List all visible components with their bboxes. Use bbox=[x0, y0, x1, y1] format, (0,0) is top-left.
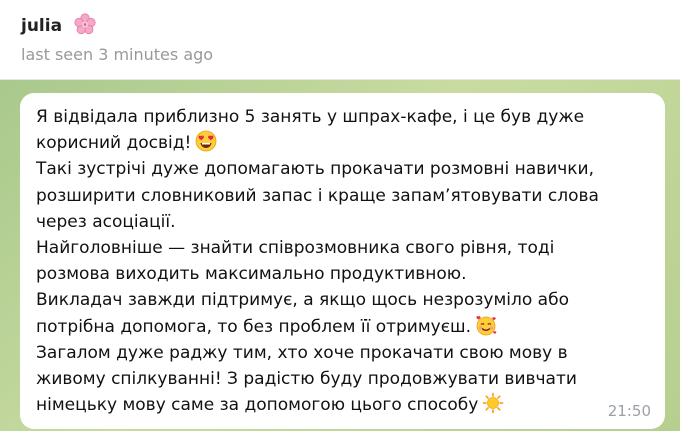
message-line-text: потрібна допомога, то без проблем її отр… bbox=[36, 316, 472, 337]
heart-eyes-emoji-icon bbox=[195, 130, 217, 152]
smiling-face-with-hearts-emoji-icon bbox=[476, 315, 497, 336]
last-seen-status: last seen 3 minutes ago bbox=[21, 45, 214, 64]
contact-name[interactable]: julia bbox=[21, 13, 96, 36]
chat-header[interactable]: julia last seen 3 minutes ago bbox=[0, 0, 680, 80]
message-line-with-emoji: німецьку мову саме за допомогою цього сп… bbox=[36, 392, 651, 418]
message-line-text: німецьку мову саме за допомогою цього сп… bbox=[36, 395, 479, 416]
message-line: розмова виходить максимально продуктивно… bbox=[36, 264, 467, 285]
message-line: Найголовніше — знайти співрозмовника сво… bbox=[36, 238, 555, 259]
message-time: 21:50 bbox=[607, 402, 651, 420]
message-line: Я відвідала приблизно 5 занять у шпрах-к… bbox=[36, 107, 585, 127]
message-line: розширити словниковий запас і краще запа… bbox=[36, 185, 599, 206]
message-line-with-emoji: корисний досвід! bbox=[36, 130, 651, 156]
message-bubble[interactable]: Я відвідала приблизно 5 занять у шпрах-к… bbox=[20, 93, 665, 429]
sun-emoji-icon bbox=[482, 392, 504, 414]
message-line-with-emoji: потрібна допомога, то без проблем її отр… bbox=[36, 314, 651, 340]
message-line-text: корисний досвід! bbox=[36, 133, 192, 154]
message-line: Викладач завжди підтримує, а якщо щось н… bbox=[36, 290, 569, 311]
contact-name-text: julia bbox=[21, 16, 63, 36]
message-line: Загалом дуже раджу тим, хто хоче прокача… bbox=[36, 342, 568, 363]
message-line: Такі зустрічі дуже допомагають прокачати… bbox=[36, 159, 595, 180]
message-line: через асоціації. bbox=[36, 211, 176, 232]
cherry-blossom-icon bbox=[74, 13, 96, 35]
message-line: живому спілкуванні! З радістю буду продо… bbox=[36, 369, 577, 390]
